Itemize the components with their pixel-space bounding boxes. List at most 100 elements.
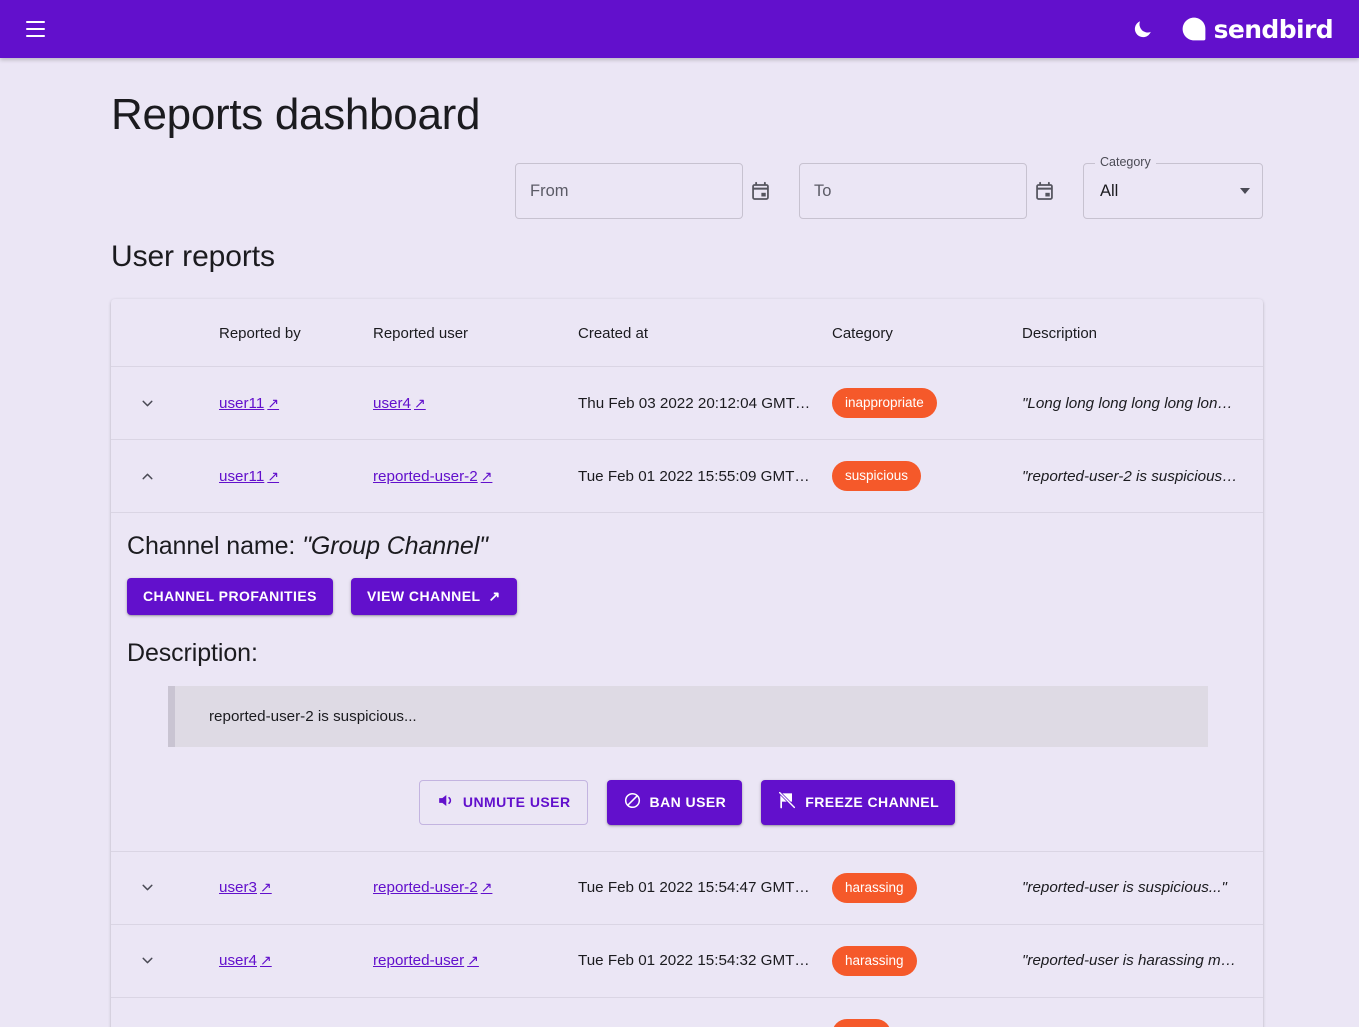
column-header-category: Category: [832, 299, 1022, 367]
chevron-down-icon[interactable]: [132, 1019, 162, 1027]
table-header: Reported by Reported user Created at Cat…: [111, 299, 1263, 367]
chevron-down-icon[interactable]: [1240, 188, 1250, 194]
external-link-icon: ↗: [260, 879, 272, 896]
app-bar: sendbird: [0, 0, 1359, 58]
to-date-field[interactable]: [799, 163, 1027, 219]
moon-icon[interactable]: [1123, 9, 1163, 49]
category-chip: harassing: [832, 946, 917, 976]
column-header-description: Description: [1022, 299, 1263, 367]
channel-name-label: Channel name:: [127, 532, 295, 560]
reported-user-label: user4: [373, 395, 411, 412]
user-reports-card: Reported by Reported user Created at Cat…: [111, 299, 1263, 1027]
description-cell: "Long long long long long long lo…: [1022, 367, 1263, 440]
channel-profanities-button[interactable]: CHANNEL PROFANITIES: [127, 578, 333, 615]
external-link-icon: ↗: [267, 395, 279, 412]
expand-cell: [111, 851, 219, 924]
reported-user-link[interactable]: reported-user-2↗: [373, 468, 492, 485]
description-cell: "reported-user is harassing me...": [1022, 924, 1263, 997]
category-select-label: Category: [1095, 156, 1156, 169]
flag-off-icon: [777, 790, 797, 814]
reported-by-cell: user3↗: [219, 851, 373, 924]
reported-by-label: user11: [219, 395, 264, 412]
table-row[interactable]: user3↗ reported-user-2↗ Tue Feb 01 2022 …: [111, 851, 1263, 924]
description-cell: "reported-user-2 is suspicious...": [1022, 440, 1263, 513]
external-link-icon: ↗: [489, 588, 501, 605]
chevron-up-icon[interactable]: [132, 461, 162, 491]
chevron-down-icon[interactable]: [132, 873, 162, 903]
channel-name-line: Channel name: "Group Channel": [111, 532, 1263, 561]
category-cell: spam: [832, 997, 1022, 1027]
reported-by-cell: user2↗: [219, 997, 373, 1027]
expand-cell: [111, 440, 219, 513]
created-at-cell: Tue Feb 01 2022 15:54:32 GMT+…: [578, 924, 832, 997]
unmute-user-button[interactable]: UNMUTE USER: [419, 780, 588, 825]
reported-user-cell: reported-user↗: [373, 924, 578, 997]
chevron-down-icon[interactable]: [132, 946, 162, 976]
description-blockquote: reported-user-2 is suspicious...: [168, 686, 1208, 747]
calendar-icon[interactable]: [1034, 178, 1055, 204]
table-row[interactable]: user11↗ reported-user-2↗ Tue Feb 01 2022…: [111, 440, 1263, 513]
to-date-input[interactable]: [814, 182, 1034, 201]
reported-by-link[interactable]: user4↗: [219, 952, 272, 969]
reported-user-cell: user4↗: [373, 367, 578, 440]
reported-user-label: reported-user: [373, 952, 464, 969]
sendbird-logo[interactable]: sendbird: [1181, 15, 1337, 44]
volume-up-icon: [436, 791, 455, 814]
reported-by-cell: user11↗: [219, 440, 373, 513]
filter-bar: Category All: [111, 163, 1263, 219]
reported-by-label: user11: [219, 468, 264, 485]
channel-name-value: "Group Channel": [302, 532, 488, 560]
view-channel-label: VIEW CHANNEL: [367, 588, 481, 605]
external-link-icon: ↗: [467, 952, 479, 969]
freeze-channel-label: FREEZE CHANNEL: [805, 794, 939, 811]
reported-by-link[interactable]: user3↗: [219, 879, 272, 896]
reported-by-link[interactable]: user11↗: [219, 468, 279, 485]
column-header-expand: [111, 299, 219, 367]
view-channel-button[interactable]: VIEW CHANNEL ↗: [351, 578, 517, 615]
expanded-detail-panel: Channel name: "Group Channel" CHANNEL PR…: [111, 513, 1263, 851]
reported-by-cell: user11↗: [219, 367, 373, 440]
hamburger-menu-icon[interactable]: [18, 12, 52, 46]
external-link-icon: ↗: [260, 952, 272, 969]
category-cell: inappropriate: [832, 367, 1022, 440]
from-date-input[interactable]: [530, 182, 750, 201]
external-link-icon: ↗: [481, 879, 493, 896]
user-reports-table: Reported by Reported user Created at Cat…: [111, 299, 1263, 1027]
description-label: Description:: [111, 639, 1263, 668]
external-link-icon: ↗: [267, 468, 279, 485]
reported-by-link[interactable]: user11↗: [219, 395, 279, 412]
moderation-actions: UNMUTE USER BAN USER: [111, 780, 1263, 825]
reported-user-link[interactable]: reported-user-2↗: [373, 879, 492, 896]
expand-cell: [111, 997, 219, 1027]
category-chip: inappropriate: [832, 388, 937, 418]
created-at-cell: Tue Feb 01 2022 15:54:21 GMT+…: [578, 997, 832, 1027]
table-row[interactable]: user11↗ user4↗ Thu Feb 03 2022 20:12:04 …: [111, 367, 1263, 440]
created-at-cell: Tue Feb 01 2022 15:54:47 GMT+…: [578, 851, 832, 924]
table-row[interactable]: user4↗ reported-user↗ Tue Feb 01 2022 15…: [111, 924, 1263, 997]
freeze-channel-button[interactable]: FREEZE CHANNEL: [761, 780, 955, 825]
reported-user-cell: reported-user-2↗: [373, 851, 578, 924]
created-at-cell: Thu Feb 03 2022 20:12:04 GMT+…: [578, 367, 832, 440]
reported-by-cell: user4↗: [219, 924, 373, 997]
reported-user-link[interactable]: user4↗: [373, 395, 426, 412]
reported-user-link[interactable]: reported-user↗: [373, 952, 479, 969]
expanded-detail-row: Channel name: "Group Channel" CHANNEL PR…: [111, 513, 1263, 852]
reported-user-cell: reported-user-2↗: [373, 440, 578, 513]
from-date-field[interactable]: [515, 163, 743, 219]
reported-user-cell: reported-user↗: [373, 997, 578, 1027]
chevron-down-icon[interactable]: [132, 388, 162, 418]
calendar-icon[interactable]: [750, 178, 771, 204]
section-title: User reports: [111, 240, 1263, 274]
column-header-reported-by: Reported by: [219, 299, 373, 367]
expand-cell: [111, 924, 219, 997]
category-select[interactable]: Category All: [1083, 163, 1263, 219]
column-header-created-at: Created at: [578, 299, 832, 367]
page-content: Reports dashboard: [0, 58, 1359, 1027]
table-body: user11↗ user4↗ Thu Feb 03 2022 20:12:04 …: [111, 367, 1263, 1027]
category-chip: suspicious: [832, 461, 921, 491]
page-title: Reports dashboard: [111, 92, 1263, 138]
ban-user-button[interactable]: BAN USER: [607, 780, 743, 825]
table-row[interactable]: user2↗ reported-user↗ Tue Feb 01 2022 15…: [111, 997, 1263, 1027]
channel-actions: CHANNEL PROFANITIES VIEW CHANNEL ↗: [111, 578, 1263, 615]
category-select-value: All: [1100, 182, 1240, 201]
